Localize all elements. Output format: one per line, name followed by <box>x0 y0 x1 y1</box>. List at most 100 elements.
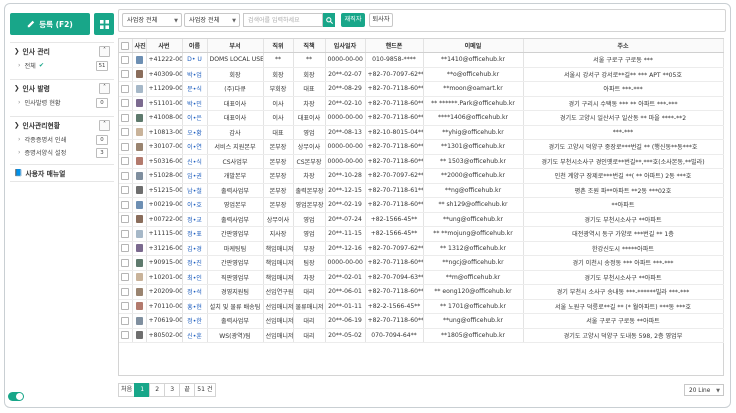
cell-name[interactable]: 김•경 <box>182 241 208 256</box>
row-checkbox-cell[interactable] <box>119 110 133 126</box>
cell-name[interactable]: 박•업 <box>182 67 208 82</box>
row-checkbox-cell[interactable] <box>119 168 133 184</box>
table-row[interactable]: +70619-0001정•한출력사업부선임매니저대리20**-06-19+82-… <box>119 313 724 329</box>
cell-name[interactable]: D• U <box>182 52 208 68</box>
row-checkbox[interactable] <box>121 186 130 195</box>
cell-name[interactable]: 문•식 <box>182 81 208 97</box>
sidebar-toggle-switch[interactable] <box>8 392 24 401</box>
row-checkbox[interactable] <box>121 302 130 311</box>
user-manual-link[interactable]: 📘 사용자 매뉴얼 <box>10 164 114 182</box>
column-header-address[interactable]: 주소 <box>523 39 724 53</box>
table-row[interactable]: +10813-0001오•황감사대표영업20**-08-13+82-10-801… <box>119 125 724 140</box>
column-header-emp-no[interactable]: 사번 <box>146 39 183 53</box>
row-checkbox-cell[interactable] <box>119 197 133 213</box>
collapse-icon[interactable]: ˄ <box>99 83 110 94</box>
menu-group-header-hr[interactable]: ❯ 인사 관리 ˄ <box>10 43 114 59</box>
page-last-button[interactable]: 끝 <box>179 383 196 397</box>
cell-name[interactable]: 최•인 <box>182 270 208 285</box>
table-row[interactable]: +51215-0001남•철출력사업부본부장출력본부장20**-12-15+82… <box>119 183 724 198</box>
sidebar-item-appointment-status[interactable]: › 인사발령 현황 0 <box>10 96 114 109</box>
table-row[interactable]: +80502-0002신•훈WS(광역)팀선임매니저대리20**-05-0207… <box>119 328 724 343</box>
row-checkbox-cell[interactable] <box>119 255 133 271</box>
cell-name[interactable]: 신•식 <box>182 154 208 169</box>
search-button[interactable] <box>323 13 335 27</box>
table-row[interactable]: +40309-0001박•업회장회장회장20**-02-07+82-70-709… <box>119 67 724 82</box>
table-row[interactable]: +70110-0001홍•현설치 및 물류 배송팀선임매니저물류매니저20**-… <box>119 299 724 314</box>
page-3-button[interactable]: 3 <box>164 383 181 397</box>
collapse-icon[interactable]: ˄ <box>99 120 110 131</box>
row-checkbox-cell[interactable] <box>119 284 133 300</box>
column-header-mobile[interactable]: 핸드폰 <box>365 39 424 53</box>
row-checkbox[interactable] <box>121 128 130 137</box>
cell-name[interactable]: 정•표 <box>182 226 208 242</box>
page-2-button[interactable]: 2 <box>149 383 166 397</box>
cell-name[interactable]: 신•훈 <box>182 328 208 343</box>
row-checkbox[interactable] <box>121 331 130 340</box>
cell-name[interactable]: 남•철 <box>182 183 208 198</box>
table-row[interactable]: +10201-0001최•인직판영업부책임매니저차장20**-02-01+82-… <box>119 270 724 285</box>
row-checkbox-cell[interactable] <box>119 270 133 285</box>
row-checkbox-cell[interactable] <box>119 212 133 227</box>
cell-name[interactable]: 오•황 <box>182 125 208 140</box>
collapse-icon[interactable]: ˄ <box>99 46 110 57</box>
table-row[interactable]: +90915-0001정•진간판영업부책임매니저팀장0000-00-00+82-… <box>119 255 724 271</box>
table-row[interactable]: +51028-0001임•권개발본부본부장차장20**-10-28+82-70-… <box>119 168 724 184</box>
table-row[interactable]: +00219-0001이•호영업본부본부장영업본부장20**-02-19+82-… <box>119 197 724 213</box>
site-select-1[interactable]: 사업장 전체 ▼ <box>122 13 182 27</box>
row-checkbox[interactable] <box>121 200 130 209</box>
row-checkbox[interactable] <box>121 316 130 325</box>
row-checkbox-cell[interactable] <box>119 226 133 242</box>
menu-group-header-appointment[interactable]: ❯ 인사 발령 ˄ <box>10 80 114 96</box>
cell-name[interactable]: 이•호 <box>182 197 208 213</box>
table-row[interactable]: +50316-0001신•식CS사업부본부장CS본부장0000-00-00+82… <box>119 154 724 169</box>
sidebar-item-certificate-settings[interactable]: › 증명서양식 설정 3 <box>10 146 114 159</box>
row-checkbox[interactable] <box>121 215 130 224</box>
row-checkbox[interactable] <box>121 229 130 238</box>
row-checkbox-cell[interactable] <box>119 139 133 155</box>
select-all-checkbox[interactable] <box>121 41 130 50</box>
column-header-position[interactable]: 직위 <box>263 39 294 53</box>
employed-filter-button[interactable]: 재직자 <box>341 13 365 27</box>
column-header-photo[interactable]: 사진 <box>132 39 147 53</box>
column-header-name[interactable]: 이름 <box>182 39 208 53</box>
grid-view-button[interactable] <box>94 13 114 35</box>
cell-name[interactable]: 임•권 <box>182 168 208 184</box>
row-checkbox[interactable] <box>121 84 130 93</box>
cell-name[interactable]: 이•연 <box>182 139 208 155</box>
cell-name[interactable]: 정•한 <box>182 313 208 329</box>
row-checkbox[interactable] <box>121 113 130 122</box>
row-checkbox[interactable] <box>121 99 130 108</box>
column-header-email[interactable]: 이메일 <box>423 39 524 53</box>
row-checkbox-cell[interactable] <box>119 52 133 68</box>
row-checkbox[interactable] <box>121 287 130 296</box>
site-select-2[interactable]: 사업장 전체 ▼ <box>184 13 240 27</box>
header-checkbox-cell[interactable] <box>119 39 133 53</box>
row-checkbox-cell[interactable] <box>119 67 133 82</box>
row-checkbox-cell[interactable] <box>119 241 133 256</box>
sidebar-item-certificate-print[interactable]: › 각종증명서 인쇄 0 <box>10 133 114 146</box>
table-row[interactable]: +41222-0002D• UDOMS LOCAL USER****0000-0… <box>119 52 724 68</box>
sidebar-item-all[interactable]: › 전체 ✔ 51 <box>10 59 114 72</box>
cell-name[interactable]: 정•진 <box>182 255 208 271</box>
table-row[interactable]: +51101-0001박•민대표이사이사차장20**-02-10+82-70-7… <box>119 96 724 111</box>
page-1-button[interactable]: 1 <box>134 383 151 397</box>
row-checkbox[interactable] <box>121 244 130 253</box>
cell-name[interactable]: 정•교 <box>182 212 208 227</box>
row-checkbox-cell[interactable] <box>119 154 133 169</box>
row-checkbox-cell[interactable] <box>119 313 133 329</box>
row-checkbox-cell[interactable] <box>119 81 133 97</box>
table-row[interactable]: +41008-0001이•은대표이사이사대표이사0000-00-00+82-70… <box>119 110 724 126</box>
cell-name[interactable]: 홍•현 <box>182 299 208 314</box>
table-row[interactable]: +11209-0001문•식(주)다큐부회장대표20**-08-29+82-70… <box>119 81 724 97</box>
page-size-select[interactable]: 20 Line ▼ <box>684 384 724 396</box>
column-header-dept[interactable]: 부서 <box>207 39 264 53</box>
table-row[interactable]: +00722-0001정•교출력사업부상무이사영업20**-07-24+82-1… <box>119 212 724 227</box>
resigned-filter-button[interactable]: 퇴사자 <box>369 13 393 27</box>
cell-name[interactable]: 정•석 <box>182 284 208 300</box>
table-row[interactable]: +11115-0002정•표간판영업부지사장영업20**-11-15+82-15… <box>119 226 724 242</box>
row-checkbox-cell[interactable] <box>119 125 133 140</box>
page-first-button[interactable]: 처음 <box>118 383 136 397</box>
column-header-join-date[interactable]: 입사일자 <box>325 39 366 53</box>
table-row[interactable]: +31216-0001김•경마케팅팀책임매니저부장20**-12-16+82-7… <box>119 241 724 256</box>
row-checkbox[interactable] <box>121 157 130 166</box>
